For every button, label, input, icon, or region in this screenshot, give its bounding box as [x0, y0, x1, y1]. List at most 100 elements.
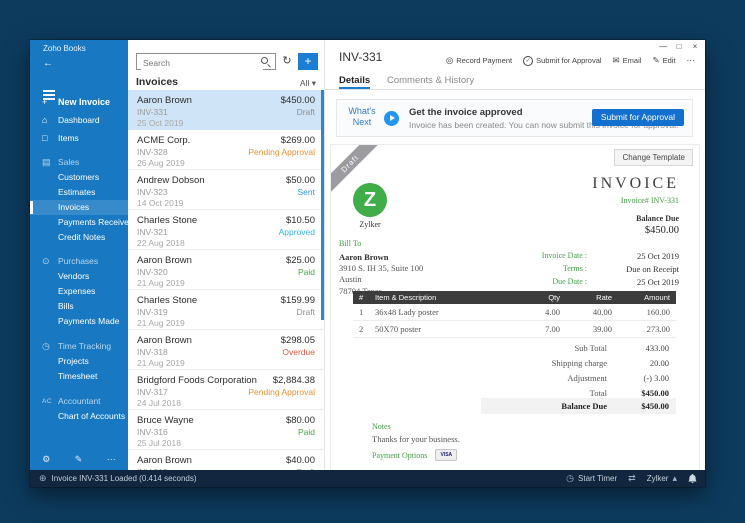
record-payment-button[interactable]: ◎ Record Payment — [446, 55, 512, 66]
desktop: Zoho Books ← + New Invoice ⌂ Dashboard □… — [0, 0, 745, 523]
sidebar-item-new-invoice[interactable]: + New Invoice — [30, 93, 128, 111]
menu-button[interactable] — [30, 73, 128, 93]
refresh-button[interactable]: ↻ — [280, 53, 294, 70]
ellipsis-icon: ⋯ — [686, 55, 696, 65]
company-logo: Z — [353, 183, 387, 217]
invoice-meta: Invoice Date : 25 Oct 2019 Terms : Due on … — [507, 251, 679, 290]
meta-value: Due on Receipt — [626, 264, 679, 274]
org-name: Zylker — [646, 474, 669, 483]
play-icon[interactable] — [384, 111, 399, 126]
invoice-detail-panel: — □ × INV-331 ◎ Record Payment ✓ Submit … — [325, 40, 705, 470]
status-badge: Paid — [297, 267, 315, 277]
status-badge: Paid — [297, 427, 315, 437]
search-input[interactable] — [141, 55, 263, 70]
total-label: Shipping charge — [551, 358, 607, 368]
start-timer-button[interactable]: ◷ Start Timer — [566, 470, 617, 487]
change-template-button[interactable]: Change Template — [614, 149, 693, 166]
org-selector[interactable]: Zylker ▴ — [647, 470, 677, 487]
sidebar-item-vendors[interactable]: Vendors — [30, 269, 128, 284]
minimize-button[interactable]: — — [655, 40, 671, 54]
close-button[interactable]: × — [687, 40, 703, 54]
sidebar-section-label: Accountant — [58, 396, 101, 406]
sidebar-item-bills[interactable]: Bills — [30, 299, 128, 314]
balance-due-label: Balance Due — [636, 214, 679, 223]
sidebar-item-customers[interactable]: Customers — [30, 170, 128, 185]
list-header: Invoices All ▾ — [128, 76, 324, 90]
company-name: Zylker — [359, 220, 381, 229]
back-button[interactable]: ← — [30, 55, 128, 73]
plus-icon: + — [42, 97, 48, 107]
invoice-row[interactable]: Bridgford Foods Corporation $2,884.38 INV… — [128, 370, 324, 410]
sidebar: Zoho Books ← + New Invoice ⌂ Dashboard □… — [30, 40, 128, 470]
meta-label: Terms : — [562, 264, 587, 273]
org-switch-button[interactable]: ⇄ — [628, 470, 636, 487]
edit-button[interactable]: ✎ Edit — [652, 55, 675, 66]
edit-icon: ✎ — [652, 55, 660, 65]
sidebar-section-sales[interactable]: ▤ Sales — [30, 155, 128, 170]
submit-for-approval-cta[interactable]: Submit for Approval — [591, 109, 684, 126]
sidebar-item-projects[interactable]: Projects — [30, 354, 128, 369]
tab-comments-history[interactable]: Comments & History — [387, 75, 474, 86]
refresh-icon: ↻ — [282, 55, 292, 67]
totals-block: Sub Total 433.00 Shipping charge 20.00 Adj… — [481, 343, 676, 403]
invoice-list-panel: ↻ + Invoices All ▾ Aaron Brown$450.00 IN… — [128, 40, 325, 470]
bill-to-address-line: Austin — [339, 274, 362, 285]
sidebar-section-purchases[interactable]: ⊙ Purchases — [30, 254, 128, 269]
maximize-button[interactable]: □ — [671, 40, 687, 54]
payment-options-block: Payment Options VISA — [372, 449, 458, 461]
notifications-button[interactable] — [688, 473, 697, 484]
sidebar-item-dashboard[interactable]: ⌂ Dashboard — [30, 111, 128, 129]
add-invoice-button[interactable]: + — [298, 53, 318, 70]
more-button[interactable]: ⋯ — [107, 454, 116, 465]
sidebar-item-items[interactable]: □ Items — [30, 129, 128, 147]
invoice-row[interactable]: Bruce Wayne $80.00 INV-316 Paid 25 Jul 201… — [128, 410, 324, 450]
invoice-row[interactable]: Aaron Brown $450.00 INV-331 Draft 25 Oct 2… — [128, 90, 324, 130]
chevron-down-icon: ▾ — [311, 78, 316, 88]
sidebar-section-accountant[interactable]: AC Accountant — [30, 394, 128, 409]
meta-label: Invoice Date : — [541, 251, 587, 260]
invoice-row[interactable]: Charles Stone $10.50 INV-321 Approved 22 A… — [128, 210, 324, 250]
back-icon: ← — [43, 58, 53, 69]
filter-dropdown[interactable]: All ▾ — [300, 78, 316, 89]
list-title: Invoices — [136, 76, 179, 88]
globe-icon: ⊕ — [39, 473, 47, 483]
search-box — [136, 53, 276, 70]
sidebar-item-timesheet[interactable]: Timesheet — [30, 369, 128, 384]
email-button[interactable]: ✉ Email — [613, 55, 642, 66]
submit-for-approval-button[interactable]: ✓ Submit for Approval — [523, 55, 602, 66]
total-value: (-) 3.00 — [643, 373, 670, 383]
invoice-row[interactable]: Andrew Dobson $50.00 INV-323 Sent 14 Oct 2… — [128, 170, 324, 210]
sidebar-item-payments-made[interactable]: Payments Made — [30, 314, 128, 329]
sidebar-item-credit-notes[interactable]: Credit Notes — [30, 230, 128, 245]
total-label: Adjustment — [567, 373, 607, 383]
invoice-row[interactable]: Aaron Brown$40.00 INV-315Draft — [128, 450, 324, 470]
status-badge: Approved — [278, 227, 315, 237]
sidebar-item-invoices[interactable]: Invoices — [30, 200, 128, 215]
invoice-row[interactable]: Aaron Brown $25.00 INV-320 Paid 21 Aug 201… — [128, 250, 324, 290]
detail-content: What's Next Get the invoice approved Inv… — [325, 91, 705, 470]
notes-block: Notes Thanks for your business. — [372, 422, 460, 444]
invoice-row[interactable]: ACME Corp. $269.00 INV-328 Pending Approva… — [128, 130, 324, 170]
sidebar-item-expenses[interactable]: Expenses — [30, 284, 128, 299]
home-icon: ⌂ — [42, 115, 48, 125]
status-message-area: ⊕ Invoice INV-331 Loaded (0.414 seconds) — [39, 470, 197, 487]
status-badge: Sent — [297, 187, 316, 197]
sidebar-item-payments-received[interactable]: Payments Received — [30, 215, 128, 230]
list-scrollbar[interactable] — [321, 90, 324, 320]
invoice-row[interactable]: Charles Stone $159.99 INV-319 Draft 21 Aug… — [128, 290, 324, 330]
sidebar-section-time-tracking[interactable]: ◷ Time Tracking — [30, 339, 128, 354]
status-badge: Draft — [296, 307, 315, 317]
payment-options-label: Payment Options — [372, 450, 428, 460]
feedback-button[interactable]: ✎ — [75, 454, 83, 465]
tab-details[interactable]: Details — [339, 75, 371, 89]
hamburger-icon — [43, 90, 55, 92]
overflow-menu-button[interactable]: ⋯ — [687, 55, 696, 66]
sidebar-item-chart-of-accounts[interactable]: Chart of Accounts — [30, 409, 128, 424]
status-badge: Pending Approval — [248, 147, 315, 157]
sidebar-item-estimates[interactable]: Estimates — [30, 185, 128, 200]
status-bar: ⊕ Invoice INV-331 Loaded (0.414 seconds)… — [30, 470, 705, 487]
settings-button[interactable]: ⚙ — [42, 454, 50, 465]
bill-to-address-line: 3910 S. IH 35, Suite 100 — [339, 263, 424, 274]
invoice-row[interactable]: Aaron Brown $298.05 INV-318 Overdue 21 Aug… — [128, 330, 324, 370]
email-icon: ✉ — [612, 55, 620, 65]
